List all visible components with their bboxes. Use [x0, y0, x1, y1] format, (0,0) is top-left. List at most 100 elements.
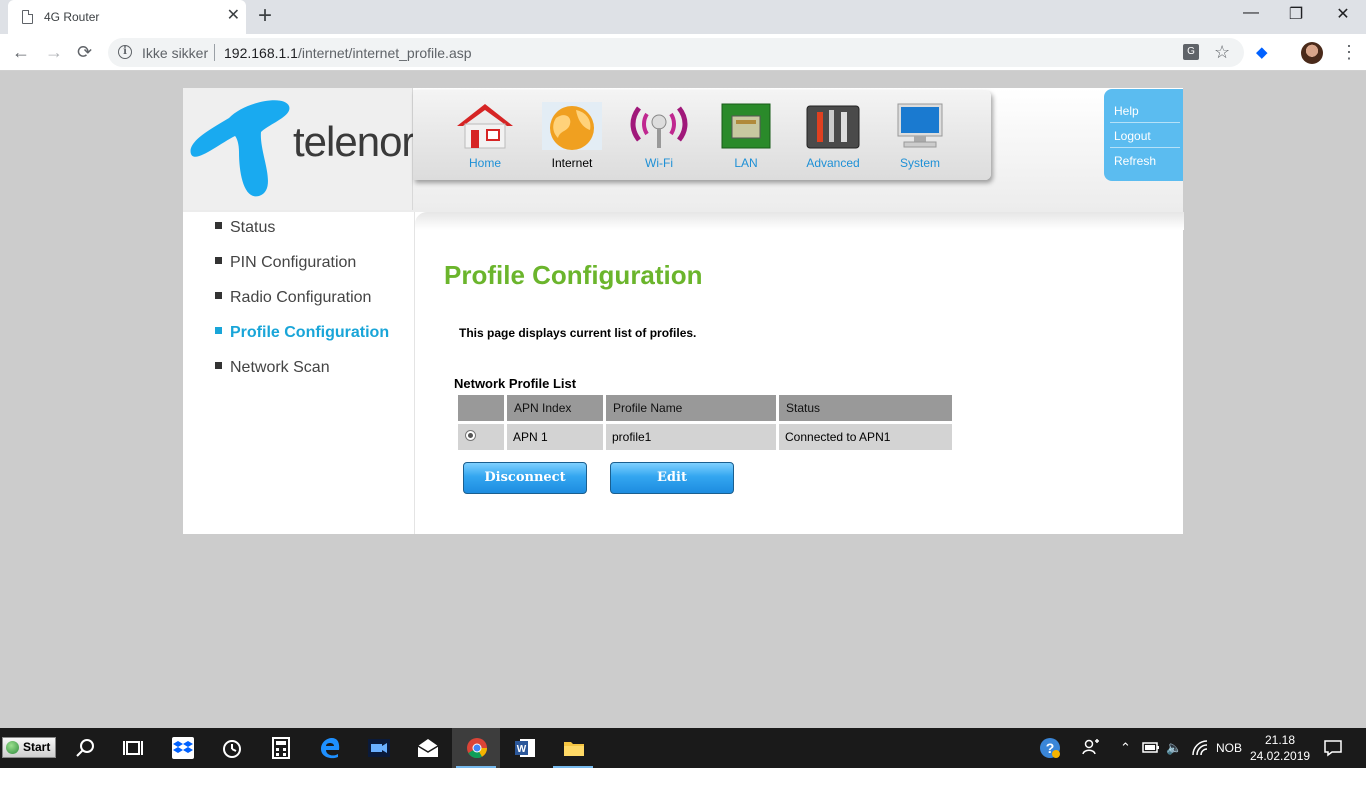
calculator-icon [272, 737, 290, 759]
language-indicator[interactable]: NOB [1216, 741, 1242, 755]
reload-icon[interactable]: ⟳ [77, 40, 92, 64]
battery-icon[interactable] [1142, 740, 1160, 754]
column-header-profile-name: Profile Name [606, 395, 776, 421]
help-divider [1110, 147, 1180, 148]
taskbar-file-explorer[interactable] [549, 728, 597, 768]
edit-button[interactable]: Edit [610, 462, 734, 494]
nav-label: Advanced [806, 156, 860, 170]
screen-bottom-strip [0, 768, 1366, 810]
bullet-icon [215, 222, 222, 230]
taskbar-dropbox[interactable] [158, 728, 206, 768]
nav-label: LAN [734, 156, 758, 170]
help-tray-icon[interactable]: ? [1039, 737, 1061, 759]
back-icon[interactable]: ← [12, 40, 30, 64]
url-path: /internet/internet_profile.asp [297, 45, 472, 61]
omnibox-divider [214, 44, 215, 61]
taskbar-calculator[interactable] [256, 728, 304, 768]
router-page: telenor Home Internet Wi-Fi LAN Advanced… [183, 88, 1184, 534]
new-tab-button[interactable]: + [258, 3, 272, 29]
sidebar-item-radio-configuration[interactable]: Radio Configuration [215, 289, 371, 307]
taskbar-search[interactable] [60, 728, 108, 768]
sidebar-item-label: Status [230, 219, 276, 236]
bookmark-star-icon[interactable]: ☆ [1214, 42, 1230, 63]
apn-index-cell: APN 1 [507, 424, 603, 450]
table-row: APN 1 profile1 Connected to APN1 [458, 424, 952, 450]
bullet-icon [215, 292, 222, 300]
chevron-up-icon[interactable]: ⌃ [1120, 740, 1131, 756]
profile-radio[interactable] [465, 430, 476, 441]
browser-tab-strip: 4G Router ✕ + — ❐ ✕ [0, 0, 1366, 34]
close-tab-icon[interactable]: ✕ [227, 7, 240, 25]
taskbar-alarms[interactable] [207, 728, 255, 768]
profile-table: APN Index Profile Name Status APN 1 prof… [455, 392, 955, 453]
help-panel: Help Logout Refresh [1104, 89, 1183, 181]
volume-icon[interactable]: 🔈 [1166, 740, 1182, 756]
telenor-logo[interactable]: telenor [183, 88, 415, 210]
browser-tab[interactable]: 4G Router ✕ [8, 0, 246, 34]
start-orb-icon [6, 741, 19, 754]
sidebar-item-network-scan[interactable]: Network Scan [215, 359, 330, 377]
taskbar-word[interactable]: W [500, 728, 548, 768]
dropbox-icon [172, 737, 194, 759]
taskbar-chrome[interactable] [452, 728, 500, 768]
page-icon [22, 10, 33, 24]
refresh-link[interactable]: Refresh [1114, 154, 1156, 168]
content-panel: Profile Configuration This page displays… [414, 212, 1184, 534]
dropbox-extension-icon[interactable]: ◆ [1256, 43, 1268, 61]
security-label[interactable]: Ikke sikker [142, 45, 208, 61]
close-window-icon[interactable]: ✕ [1320, 4, 1366, 24]
nav-label: Internet [551, 156, 593, 170]
taskbar-task-view[interactable] [108, 728, 156, 768]
notifications-icon[interactable] [1324, 739, 1342, 757]
taskbar-edge[interactable] [305, 728, 353, 768]
bullet-icon [215, 327, 222, 335]
clock-date: 24.02.2019 [1250, 749, 1311, 763]
brand-text: telenor [293, 118, 415, 165]
address-bar[interactable]: i Ikke sikker 192.168.1.1/internet/inter… [108, 38, 1244, 67]
task-view-icon [123, 741, 143, 755]
logout-link[interactable]: Logout [1114, 129, 1151, 143]
nav-advanced[interactable]: Advanced [793, 102, 873, 170]
content-shade [415, 212, 1184, 230]
profile-list-title: Network Profile List [454, 376, 577, 391]
help-link[interactable]: Help [1114, 104, 1139, 118]
info-icon[interactable]: i [118, 45, 132, 59]
sidebar-item-status[interactable]: Status [215, 219, 275, 237]
clock[interactable]: 21.18 24.02.2019 [1250, 732, 1310, 764]
clock-time: 21.18 [1264, 733, 1296, 747]
telenor-swirl-icon [190, 100, 290, 197]
nav-system[interactable]: System [880, 102, 960, 170]
sidebar-item-pin-configuration[interactable]: PIN Configuration [215, 254, 356, 272]
bullet-icon [215, 257, 222, 265]
page-description: This page displays current list of profi… [459, 326, 697, 340]
people-icon[interactable] [1082, 738, 1100, 756]
sidebar-item-profile-configuration[interactable]: Profile Configuration [215, 324, 389, 342]
search-icon [76, 739, 94, 757]
start-button[interactable]: Start [2, 737, 56, 758]
disconnect-button[interactable]: Disconnect [463, 462, 587, 494]
svg-text:W: W [517, 744, 527, 755]
url-text[interactable]: 192.168.1.1/internet/internet_profile.as… [224, 45, 472, 61]
sidebar-item-label: Radio Configuration [230, 289, 372, 306]
minimize-icon[interactable]: — [1228, 4, 1274, 22]
profile-name-cell: profile1 [606, 424, 776, 450]
nav-internet[interactable]: Internet [532, 102, 612, 170]
monitor-icon [890, 102, 950, 150]
menu-icon[interactable]: ⋮ [1340, 41, 1358, 63]
taskbar-video[interactable] [354, 728, 402, 768]
nav-wifi[interactable]: Wi-Fi [619, 102, 699, 170]
profile-avatar[interactable] [1301, 42, 1323, 64]
word-icon: W [515, 739, 535, 757]
forward-icon[interactable]: → [45, 40, 63, 64]
network-icon[interactable] [1192, 740, 1208, 756]
toolbox-icon [803, 102, 863, 150]
nav-home[interactable]: Home [445, 102, 525, 170]
nav-label: System [899, 156, 940, 170]
restore-icon[interactable]: ❐ [1273, 4, 1319, 24]
taskbar-mail[interactable] [403, 728, 451, 768]
video-camera-icon [368, 739, 390, 757]
translate-icon[interactable]: G [1183, 44, 1199, 60]
nav-lan[interactable]: LAN [706, 102, 786, 170]
wifi-icon [629, 102, 689, 150]
alarm-clock-icon [223, 740, 241, 758]
